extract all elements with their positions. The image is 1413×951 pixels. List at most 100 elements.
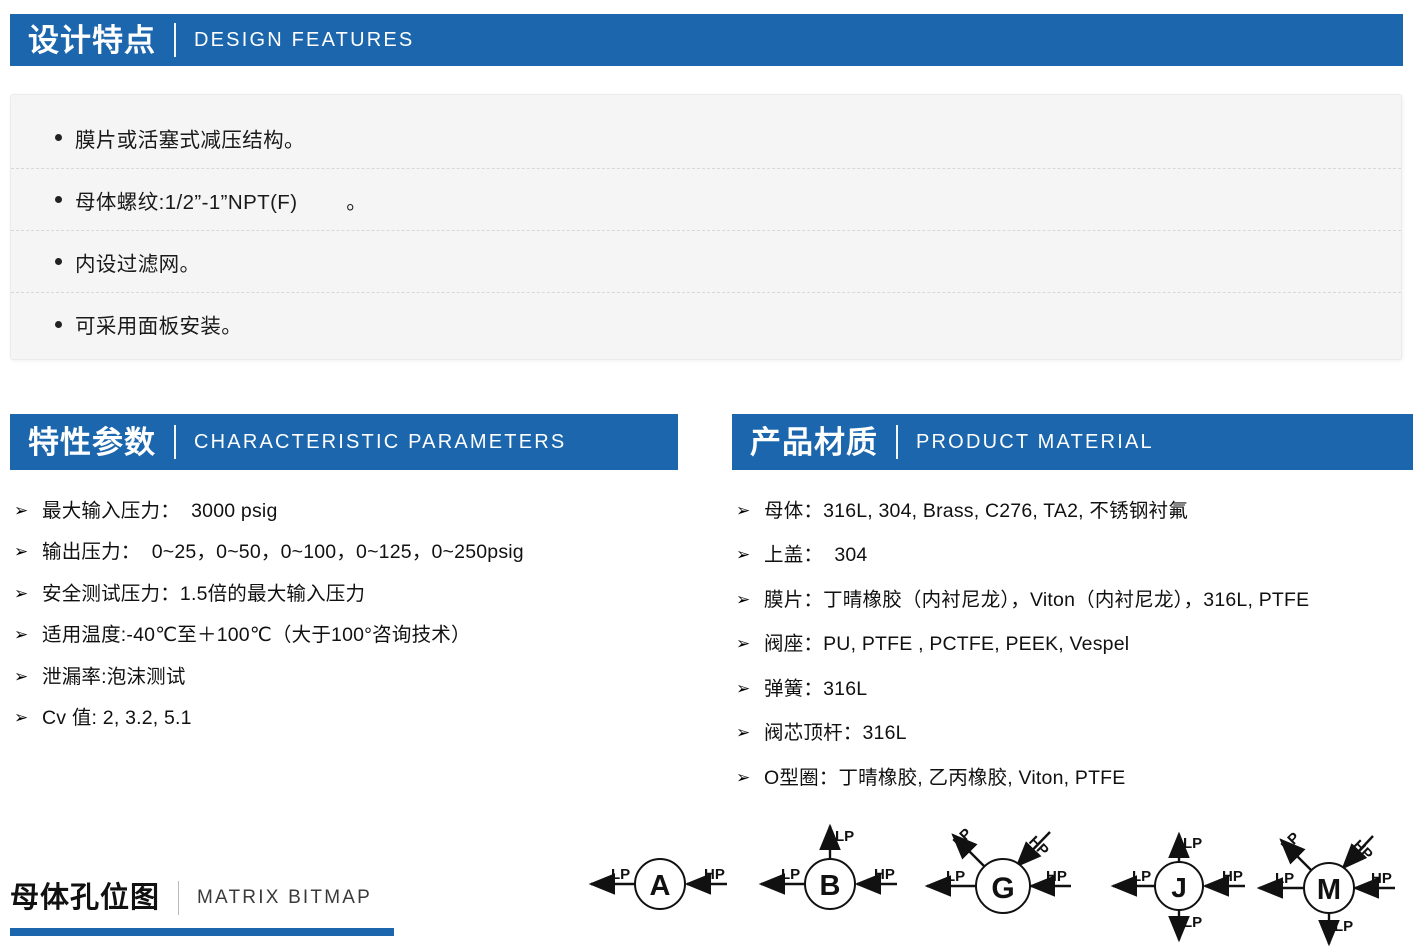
port-letter: M	[1317, 874, 1341, 906]
list-item: ➢ 母体：316L, 304, Brass, C276, TA2, 不锈钢衬氟	[736, 500, 1413, 522]
bullet-dot-icon	[55, 320, 62, 328]
design-feature-text: 母体螺纹:1/2”-1”NPT(F) 。	[75, 190, 368, 214]
section-title-en-material: PRODUCT MATERIAL	[916, 430, 1154, 453]
list-item: ➢ 最大输入压力： 3000 psig	[14, 500, 684, 522]
list-item: ➢ 膜片：丁晴橡胶（内衬尼龙），Viton（内衬尼龙），316L, PTFE	[736, 589, 1413, 611]
list-item: ➢ 泄漏率:泡沫测试	[14, 666, 684, 688]
port-label-hp: HP	[1371, 870, 1392, 887]
header-divider-material	[896, 425, 898, 459]
design-feature-row: 母体螺纹:1/2”-1”NPT(F) 。	[11, 169, 1401, 231]
port-letter: G	[991, 872, 1014, 905]
port-label-lp: LP	[1278, 829, 1304, 855]
arrow-bullet-icon: ➢	[14, 583, 29, 603]
port-label-lp: LP	[1132, 868, 1151, 885]
arrow-bullet-icon: ➢	[14, 666, 29, 686]
design-feature-row: 膜片或活塞式减压结构。	[11, 107, 1401, 169]
port-diagram-m: M LP HP LP HP LP	[1245, 820, 1413, 951]
port-label-lp: LP	[835, 828, 854, 845]
section-header-product-material: 产品材质 PRODUCT MATERIAL	[732, 414, 1413, 470]
material-text: 阀芯顶杆：316L	[764, 722, 907, 745]
port-letter: J	[1171, 872, 1187, 903]
parameter-text: 泄漏率:泡沫测试	[42, 665, 186, 688]
material-text: O型圈：丁晴橡胶, 乙丙橡胶, Viton, PTFE	[764, 766, 1126, 789]
section-title-cn-matrix: 母体孔位图	[10, 881, 161, 914]
design-feature-text: 内设过滤网。	[75, 252, 201, 276]
material-text: 母体：316L, 304, Brass, C276, TA2, 不锈钢衬氟	[764, 500, 1188, 522]
product-material-list: ➢ 母体：316L, 304, Brass, C276, TA2, 不锈钢衬氟 …	[736, 500, 1413, 811]
design-feature-row: 内设过滤网。	[11, 231, 1401, 293]
list-item: ➢ 安全测试压力：1.5倍的最大输入压力	[14, 583, 684, 605]
arrow-bullet-icon: ➢	[736, 501, 751, 520]
list-item: ➢ Cv 值: 2, 3.2, 5.1	[14, 707, 684, 729]
list-item: ➢ 弹簧：316L	[736, 678, 1413, 700]
port-diagram-a: A LP HP	[575, 820, 745, 951]
port-label-lp: LP	[950, 825, 976, 851]
port-label-hp: HP	[1046, 868, 1067, 885]
design-features-card: 膜片或活塞式减压结构。 母体螺纹:1/2”-1”NPT(F) 。 内设过滤网。 …	[10, 94, 1402, 360]
port-label-lp: LP	[1183, 914, 1202, 931]
material-text: 阀座：PU, PTFE , PCTFE, PEEK, Vespel	[764, 633, 1130, 656]
list-item: ➢ 上盖： 304	[736, 544, 1413, 566]
design-feature-text: 膜片或活塞式减压结构。	[75, 128, 305, 152]
parameter-text: 安全测试压力：1.5倍的最大输入压力	[42, 582, 366, 605]
bullet-dot-icon	[55, 258, 62, 265]
port-diagram-b: B LP LP HP	[745, 820, 915, 951]
port-label-lp: LP	[781, 866, 800, 883]
parameter-text: 输出压力： 0~25，0~50，0~100，0~125，0~250psig	[42, 541, 524, 564]
arrow-bullet-icon: ➢	[736, 589, 751, 609]
port-label-hp: HP	[1222, 868, 1243, 885]
parameter-text: Cv 值: 2, 3.2, 5.1	[42, 707, 192, 730]
list-item: ➢ 适用温度:-40℃至＋100℃（大于100°咨询技术）	[14, 624, 684, 646]
section-title-cn-params: 特性参数	[28, 424, 156, 460]
design-feature-text: 可采用面板安装。	[75, 315, 243, 338]
port-label-lp: LP	[1183, 835, 1202, 852]
list-item: ➢ 输出压力： 0~25，0~50，0~100，0~125，0~250psig	[14, 541, 684, 563]
section-title-en-matrix: MATRIX BITMAP	[197, 887, 372, 908]
section-header-characteristic-parameters: 特性参数 CHARACTERISTIC PARAMETERS	[10, 414, 678, 470]
section-title-cn-design: 设计特点	[28, 22, 156, 58]
port-label-hp: HP	[1025, 833, 1052, 860]
parameter-text: 适用温度:-40℃至＋100℃（大于100°咨询技术）	[42, 624, 471, 647]
arrow-bullet-icon: ➢	[736, 545, 751, 565]
arrow-bullet-icon: ➢	[736, 634, 751, 654]
material-text: 膜片：丁晴橡胶（内衬尼龙），Viton（内衬尼龙），316L, PTFE	[764, 588, 1310, 611]
arrow-bullet-icon: ➢	[736, 723, 751, 743]
section-title-en-params: CHARACTERISTIC PARAMETERS	[194, 430, 567, 453]
port-label-hp: HP	[874, 866, 895, 883]
material-text: 弹簧：316L	[764, 677, 868, 700]
port-label-hp: HP	[704, 866, 725, 883]
arrow-bullet-icon: ➢	[736, 678, 751, 698]
port-letter: B	[820, 870, 841, 902]
section-title-cn-material: 产品材质	[750, 424, 878, 460]
port-label-lp: LP	[611, 866, 630, 883]
section-header-design-features: 设计特点 DESIGN FEATURES	[10, 14, 1403, 66]
list-item: ➢ O型圈：丁晴橡胶, 乙丙橡胶, Viton, PTFE	[736, 767, 1413, 789]
matrix-header-underline	[10, 928, 394, 936]
port-letter: A	[650, 870, 671, 902]
arrow-bullet-icon: ➢	[14, 501, 29, 520]
list-item: ➢ 阀芯顶杆：316L	[736, 722, 1413, 744]
arrow-bullet-icon: ➢	[14, 708, 29, 728]
header-divider-matrix	[178, 881, 180, 915]
material-text: 上盖： 304	[764, 544, 868, 567]
port-diagram-j: J LP LP HP LP	[1097, 820, 1267, 951]
header-divider-params	[174, 425, 176, 459]
port-label-lp: LP	[946, 868, 965, 885]
section-header-matrix-bitmap: 母体孔位图 MATRIX BITMAP	[10, 872, 394, 938]
design-feature-row: 可采用面板安装。	[11, 293, 1401, 355]
characteristic-parameters-list: ➢ 最大输入压力： 3000 psig ➢ 输出压力： 0~25，0~50，0~…	[14, 500, 684, 749]
arrow-bullet-icon: ➢	[14, 542, 29, 562]
port-label-lp: LP	[1275, 870, 1294, 887]
section-title-en-design: DESIGN FEATURES	[194, 28, 415, 51]
port-label-lp: LP	[1334, 918, 1353, 935]
arrow-bullet-icon: ➢	[736, 767, 751, 787]
bullet-dot-icon	[55, 134, 62, 141]
port-configuration-diagrams: A LP HP B LP LP HP G LP HP LP HP J LP LP…	[575, 820, 1413, 951]
arrow-bullet-icon: ➢	[14, 625, 29, 645]
product-spec-page: 设计特点 DESIGN FEATURES 膜片或活塞式减压结构。 母体螺纹:1/…	[0, 0, 1413, 951]
port-diagram-g: G LP HP LP HP	[915, 820, 1085, 951]
port-label-hp: HP	[1349, 837, 1376, 864]
bullet-dot-icon	[55, 196, 62, 203]
list-item: ➢ 阀座：PU, PTFE , PCTFE, PEEK, Vespel	[736, 633, 1413, 655]
parameter-text: 最大输入压力： 3000 psig	[42, 500, 278, 522]
